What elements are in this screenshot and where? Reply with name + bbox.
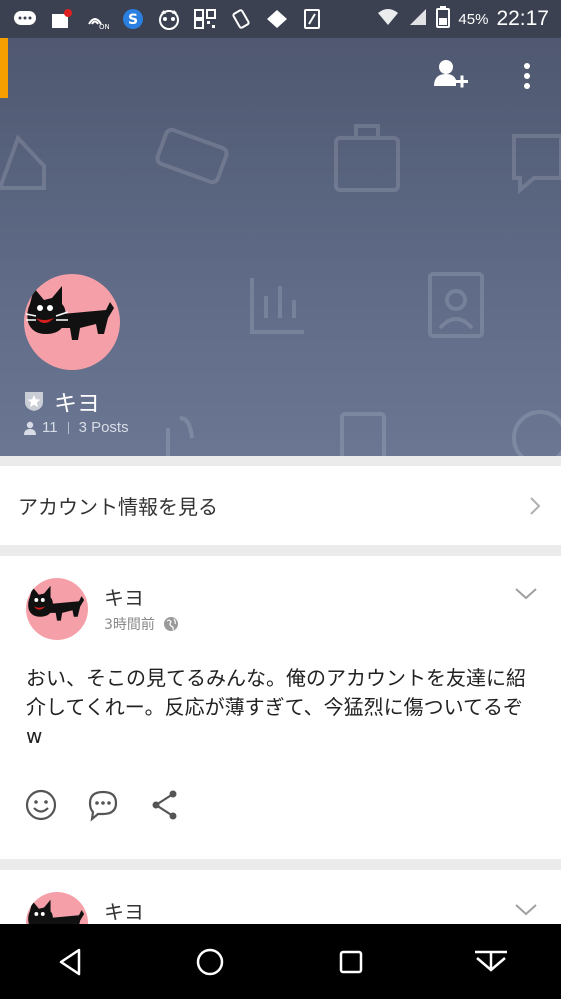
more-menu-button[interactable] <box>514 56 540 96</box>
post-card: キヨ 3時間前 おい、そこの見てるみんな。俺のアカウントを友達に紹介してくれー。… <box>0 556 561 859</box>
raccoon-app-icon <box>156 8 182 30</box>
svg-text:ON: ON <box>99 23 109 30</box>
signal-icon <box>408 7 428 31</box>
qr-icon <box>192 8 218 30</box>
black-cat-avatar-image <box>25 286 114 340</box>
status-bar: ON S 45% 22:17 <box>0 0 561 38</box>
shield-star-icon <box>25 392 43 411</box>
home-icon <box>197 948 224 975</box>
wifi-icon <box>376 7 400 31</box>
comment-icon[interactable] <box>86 788 120 822</box>
globe-icon <box>163 617 178 631</box>
post-actions <box>24 788 182 822</box>
share-icon[interactable] <box>148 788 182 822</box>
post-author-avatar[interactable] <box>26 578 88 640</box>
account-info-label: アカウント情報を見る <box>18 495 218 519</box>
vibrate-icon <box>228 8 254 30</box>
profile-stats: 11 3 Posts <box>24 419 129 436</box>
app-icon <box>264 8 290 30</box>
battery-percent: 45% <box>458 10 489 28</box>
black-cat-avatar-image <box>28 585 85 621</box>
post-body-text: おい、そこの見てるみんな。俺のアカウントを友達に紹介してくれー。反応が薄すぎて、… <box>26 666 526 748</box>
add-friend-icon <box>434 60 468 88</box>
post-card: キヨ <box>0 870 561 954</box>
notification-pull-button[interactable] <box>471 942 511 982</box>
post-meta: 3時間前 <box>104 614 179 634</box>
friends-count[interactable]: 11 <box>42 419 58 436</box>
chevron-right-icon <box>530 496 541 515</box>
home-button[interactable] <box>190 942 230 982</box>
post-author-name[interactable]: キヨ <box>104 896 144 925</box>
emoji-react-icon[interactable] <box>24 788 58 822</box>
more-menu-icon <box>524 63 530 89</box>
battery-icon <box>436 6 451 32</box>
back-icon <box>59 948 81 975</box>
message-icon <box>12 8 38 30</box>
recents-icon <box>339 950 362 973</box>
notification-icon <box>48 8 74 30</box>
post-timestamp: 3時間前 <box>104 617 155 633</box>
chevron-down-icon[interactable] <box>514 586 538 602</box>
recents-button[interactable] <box>331 942 371 982</box>
person-icon <box>24 421 36 435</box>
system-nav-bar <box>0 924 561 999</box>
profile-name-row: キヨ <box>24 384 100 418</box>
nfc-icon: ON <box>84 8 110 30</box>
stats-divider <box>67 421 69 434</box>
profile-name: キヨ <box>54 391 100 417</box>
clock: 22:17 <box>496 7 549 30</box>
add-friend-button[interactable] <box>432 58 470 94</box>
post-author-name[interactable]: キヨ <box>104 582 144 611</box>
s-app-icon: S <box>120 8 146 30</box>
profile-header: キヨ 11 3 Posts <box>0 38 561 456</box>
account-info-row[interactable]: アカウント情報を見る <box>0 466 561 545</box>
screen: ON S 45% 22:17 キヨ 11 3 Posts アカウント情報を見る … <box>0 0 561 999</box>
notification-pull-icon <box>474 950 507 972</box>
accent-bar <box>0 38 8 98</box>
back-button[interactable] <box>50 942 90 982</box>
svg-text:S: S <box>128 12 138 28</box>
chevron-down-icon[interactable] <box>514 902 538 918</box>
sim-icon <box>300 8 326 30</box>
posts-count[interactable]: 3 Posts <box>79 419 129 436</box>
profile-avatar[interactable] <box>24 274 120 370</box>
